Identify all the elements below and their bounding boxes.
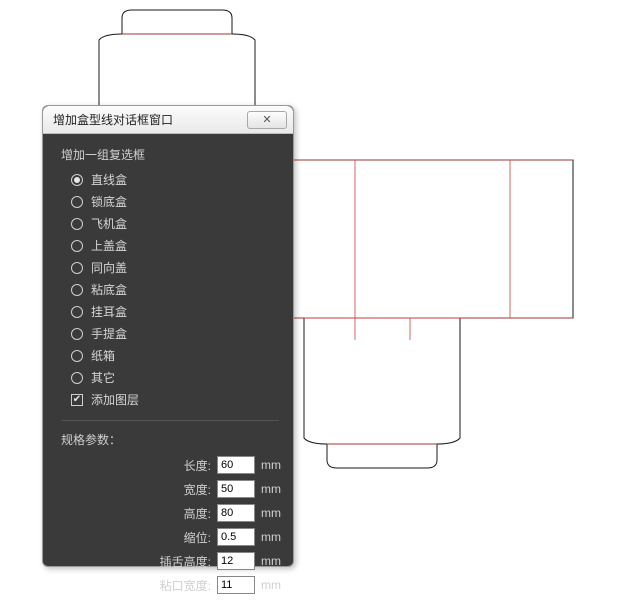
radio-icon: [71, 350, 83, 362]
divider: [61, 420, 279, 421]
option-label: 挂耳盒: [91, 303, 127, 320]
radio-icon: [71, 328, 83, 340]
unit-label: mm: [261, 458, 279, 472]
close-button[interactable]: ✕: [247, 111, 287, 129]
boxtype-option-0[interactable]: 直线盒: [71, 171, 279, 188]
param-label: 高度:: [184, 505, 211, 522]
radio-icon: [71, 262, 83, 274]
option-label: 直线盒: [91, 171, 127, 188]
radio-icon: [71, 218, 83, 230]
param-width: 宽度: mm: [61, 480, 279, 498]
unit-label: mm: [261, 506, 279, 520]
param-tongue: 插舌高度: mm: [61, 552, 279, 570]
unit-label: mm: [261, 578, 279, 592]
params-label: 规格参数：: [61, 431, 279, 448]
option-label: 上盖盒: [91, 237, 127, 254]
option-label: 其它: [91, 369, 115, 386]
param-label: 插舌高度:: [160, 553, 211, 570]
dialog-title: 增加盒型线对话框窗口: [53, 111, 247, 128]
boxtype-group-label: 增加一组复选框: [61, 146, 279, 163]
boxtype-option-3[interactable]: 上盖盒: [71, 237, 279, 254]
glue-input[interactable]: [217, 576, 255, 594]
param-label: 缩位:: [184, 529, 211, 546]
param-height: 高度: mm: [61, 504, 279, 522]
boxtype-option-1[interactable]: 锁底盒: [71, 193, 279, 210]
add-layer-checkbox[interactable]: 添加图层: [71, 391, 279, 408]
unit-label: mm: [261, 554, 279, 568]
param-label: 粘口宽度:: [160, 577, 211, 594]
param-label: 宽度:: [184, 481, 211, 498]
param-length: 长度: mm: [61, 456, 279, 474]
indent-input[interactable]: [217, 528, 255, 546]
height-input[interactable]: [217, 504, 255, 522]
option-label: 飞机盒: [91, 215, 127, 232]
checkbox-icon: [71, 394, 83, 406]
param-glue: 粘口宽度: mm: [61, 576, 279, 594]
param-label: 长度:: [184, 457, 211, 474]
radio-icon: [71, 306, 83, 318]
boxtype-option-4[interactable]: 同向盖: [71, 259, 279, 276]
option-label: 手提盒: [91, 325, 127, 342]
add-box-dieline-dialog: 增加盒型线对话框窗口 ✕ 增加一组复选框 直线盒 锁底盒 飞机盒 上盖盒 同向盖…: [42, 105, 294, 567]
boxtype-option-6[interactable]: 挂耳盒: [71, 303, 279, 320]
option-label: 同向盖: [91, 259, 127, 276]
width-input[interactable]: [217, 480, 255, 498]
tongue-input[interactable]: [217, 552, 255, 570]
radio-icon: [71, 174, 83, 186]
boxtype-option-8[interactable]: 纸箱: [71, 347, 279, 364]
option-label: 纸箱: [91, 347, 115, 364]
option-label: 锁底盒: [91, 193, 127, 210]
boxtype-option-9[interactable]: 其它: [71, 369, 279, 386]
radio-icon: [71, 240, 83, 252]
dialog-titlebar[interactable]: 增加盒型线对话框窗口 ✕: [43, 106, 293, 134]
option-label: 粘底盒: [91, 281, 127, 298]
boxtype-option-7[interactable]: 手提盒: [71, 325, 279, 342]
radio-icon: [71, 196, 83, 208]
radio-icon: [71, 284, 83, 296]
boxtype-option-5[interactable]: 粘底盒: [71, 281, 279, 298]
close-icon: ✕: [262, 113, 271, 126]
param-indent: 缩位: mm: [61, 528, 279, 546]
radio-icon: [71, 372, 83, 384]
unit-label: mm: [261, 482, 279, 496]
boxtype-option-2[interactable]: 飞机盒: [71, 215, 279, 232]
unit-label: mm: [261, 530, 279, 544]
length-input[interactable]: [217, 456, 255, 474]
checkbox-label: 添加图层: [91, 391, 139, 408]
